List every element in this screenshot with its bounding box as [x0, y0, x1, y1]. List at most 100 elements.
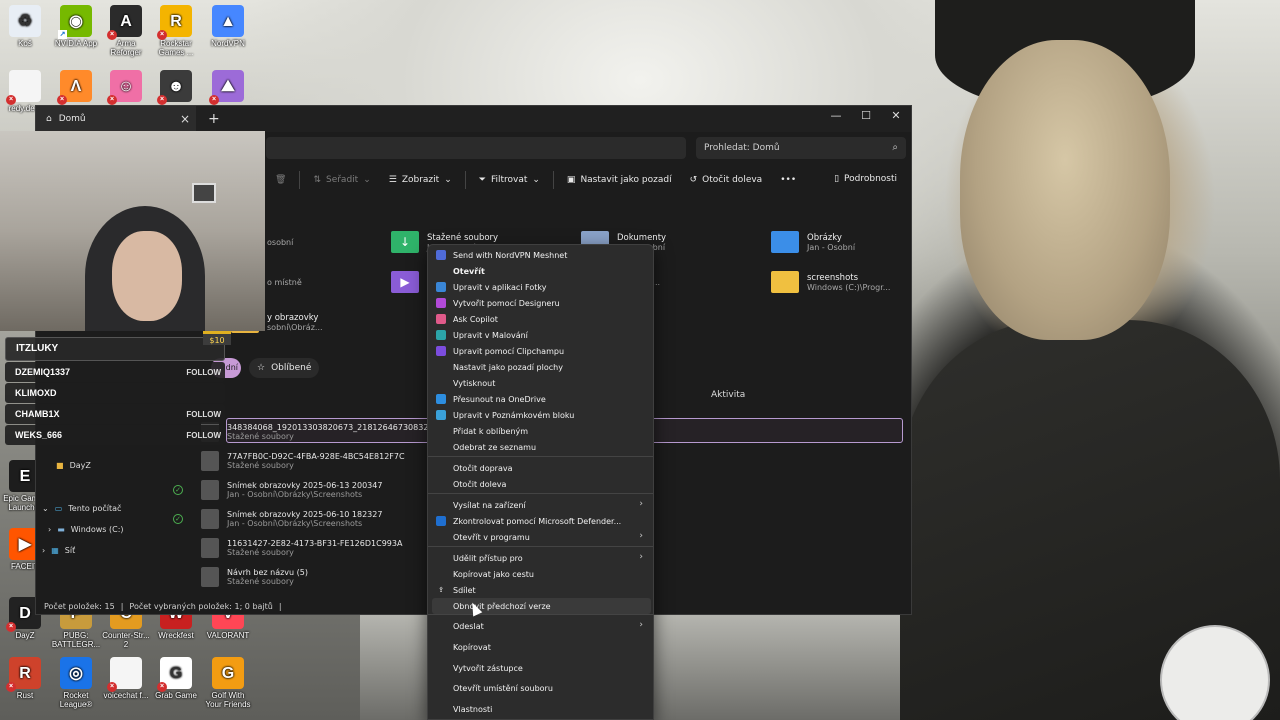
chat-row: DZEMIQ1337 FOLLOW — [5, 362, 225, 382]
set-background-label: Nastavit jako pozadí — [580, 175, 672, 185]
minimize-icon[interactable]: — — [821, 106, 851, 132]
sort-label: Seřadit — [325, 175, 359, 185]
context-menu-item[interactable]: Otevřít — [432, 263, 651, 279]
nordvpn-meshnet-icon — [436, 250, 446, 260]
new-tab-icon[interactable]: + — [208, 111, 220, 127]
desktop-icon[interactable]: ⛰ × — [203, 70, 253, 105]
nav-item-windows-c[interactable]: › ▬ Windows (C:) — [48, 525, 124, 534]
nav-item-this-pc[interactable]: ⌄ ▭ Tento počítač — [42, 504, 121, 513]
desktop-icon[interactable]: ☻ × — [151, 70, 201, 105]
desktop-icon[interactable]: ◉ ↗ NVIDIA App — [51, 5, 101, 48]
desktop-icon[interactable]: ♻ Koš — [0, 5, 50, 48]
context-menu-item[interactable]: Nastavit jako pozadí plochy — [432, 359, 651, 375]
shortcut-arrow-icon: ↗ — [58, 30, 67, 39]
mascot-icon: ☺ × — [107, 70, 142, 105]
menu-separator — [428, 614, 653, 615]
context-menu-item[interactable]: Otočit doleva — [432, 476, 651, 492]
desktop-icon[interactable]: Λ × — [51, 70, 101, 105]
error-badge-icon: × — [57, 95, 67, 105]
file-icon: × — [107, 657, 142, 692]
desktop-icon[interactable]: × voicechat f... — [101, 657, 151, 700]
rocket-league-icon: ◎ — [60, 657, 92, 689]
desktop-icon[interactable]: G Golf With Your Friends — [203, 657, 253, 709]
context-menu-item[interactable]: Zkontrolovat pomocí Microsoft Defender..… — [432, 513, 651, 529]
desktop-icon[interactable]: ◎ Rocket League® — [51, 657, 101, 709]
file-row[interactable]: ✓ Snímek obrazovky 2025-06-13 200347 Jan -… — [173, 477, 382, 503]
context-menu-item[interactable]: Udělit přístup pro › — [432, 550, 651, 566]
file-row[interactable]: Návrh bez názvu (5) Stažené soubory — [201, 564, 308, 590]
desktop-icon-label: Rockstar Games ... — [158, 39, 194, 57]
context-menu-item[interactable]: Vysílat na zařízení › — [432, 497, 651, 513]
rotate-left-button[interactable]: ↺ Otočit doleva — [681, 175, 772, 185]
context-menu-item[interactable]: Odebrat ze seznamu — [432, 439, 651, 455]
context-menu-item[interactable]: Otočit doprava — [432, 460, 651, 476]
close-window-icon[interactable]: ✕ — [881, 106, 911, 132]
file-row[interactable]: 11631427-2E82-4173-BF31-FE126D1C993A Staž… — [201, 535, 402, 561]
maximize-icon[interactable]: ☐ — [851, 106, 881, 132]
context-menu-item[interactable]: Upravit v Malování — [432, 327, 651, 343]
file-location: Stažené soubory — [227, 548, 294, 557]
file-row[interactable]: 77A7FB0C-D92C-4FBA-928E-4BC54E812F7C Staž… — [201, 448, 405, 474]
chat-event-label: FOLLOW — [186, 409, 221, 419]
desktop-icon[interactable]: R × Rockstar Games ... — [151, 5, 201, 57]
share-icon: ⇪ — [438, 586, 444, 594]
context-menu-item[interactable]: Otevřít umístění souboru — [432, 680, 651, 696]
chat-row: WEKS_666 FOLLOW — [5, 425, 225, 445]
context-menu-item[interactable]: Send with NordVPN Meshnet — [432, 247, 651, 263]
favorites-pill[interactable]: ☆ Oblíbené — [249, 358, 320, 378]
chevron-right-icon: › — [42, 546, 46, 555]
quick-access-tile[interactable]: Obrázky Jan - Osobní — [771, 231, 921, 253]
file-row[interactable]: ✓ Snímek obrazovky 2025-06-10 182327 Jan -… — [173, 506, 382, 532]
more-options-button[interactable]: ••• — [771, 175, 805, 185]
context-menu-item[interactable]: ⇪ Sdílet — [432, 582, 651, 598]
wallpaper-person-face — [960, 40, 1170, 340]
context-menu-item[interactable]: Přesunout na OneDrive — [432, 391, 651, 407]
desktop-icon-label: PUBG: BATTLEGR... — [51, 631, 101, 649]
context-menu-item[interactable]: Vytisknout — [432, 375, 651, 391]
close-tab-icon[interactable]: × — [180, 112, 190, 126]
context-menu-item[interactable]: Otevřít v programu › — [432, 529, 651, 545]
desktop-icon[interactable]: G × Grab Game — [151, 657, 201, 700]
desktop-icon[interactable]: R × Rust — [0, 657, 50, 700]
file-thumbnail — [201, 509, 219, 529]
context-menu-item[interactable]: Přidat k oblíbeným — [432, 423, 651, 439]
context-menu-item[interactable]: Kopírovat jako cestu — [432, 566, 651, 582]
tab-home[interactable]: ⌂ Domů × — [36, 106, 196, 132]
context-menu-item[interactable]: Upravit v Poznámkovém bloku — [432, 407, 651, 423]
context-menu-item[interactable]: Upravit v aplikaci Fotky — [432, 279, 651, 295]
context-menu-item[interactable]: Upravit pomocí Clipchampu — [432, 343, 651, 359]
file-row[interactable]: 348384068_192013303820673_21812646730832… — [201, 419, 463, 445]
context-menu-item[interactable]: Odeslat › — [432, 618, 651, 634]
filter-button[interactable]: ⏷ Filtrovat ⌄ — [470, 175, 549, 185]
search-input[interactable]: Prohledat: Domů ⌕ — [696, 137, 906, 159]
error-badge-icon: × — [107, 682, 117, 692]
recent-pill-label: dní — [225, 363, 238, 372]
desktop-icon[interactable]: ☺ × — [101, 70, 151, 105]
view-button[interactable]: ☰ Zobrazit ⌄ — [380, 175, 461, 185]
copilot-icon — [436, 314, 446, 324]
desktop-icon-label: Rocket League® — [59, 691, 93, 709]
details-button[interactable]: ▯ Podrobnosti — [834, 174, 897, 184]
context-menu-item[interactable]: Vytvořit zástupce — [432, 660, 651, 676]
sort-button[interactable]: ⇅ Seřadit ⌄ — [304, 175, 379, 185]
set-background-button[interactable]: ▣ Nastavit jako pozadí — [558, 175, 681, 185]
star-icon: ☆ — [257, 363, 266, 373]
tile-location: Jan - Osobní — [807, 242, 856, 252]
folder-icon: ■ — [56, 461, 64, 470]
delete-button[interactable]: 🗑 — [266, 175, 295, 185]
context-menu-item[interactable]: Ask Copilot — [432, 311, 651, 327]
nav-item-dayz[interactable]: ■ DayZ — [56, 461, 91, 470]
quick-access-tile[interactable]: screenshots Windows (C:)\Progr... — [771, 271, 921, 293]
file-name: Návrh bez názvu (5) — [227, 568, 308, 577]
desktop-icon[interactable]: A × Arma Reforger — [101, 5, 151, 57]
address-bar[interactable] — [266, 137, 686, 159]
defender-icon — [436, 516, 446, 526]
activity-column-header[interactable]: Aktivita — [711, 390, 745, 400]
context-menu-item[interactable]: Vlastnosti — [432, 701, 651, 717]
nav-item-network[interactable]: › ▦ Síť — [42, 546, 75, 555]
rotate-left-icon: ↺ — [689, 175, 698, 185]
context-menu-item[interactable]: Obnovit předchozí verze — [432, 598, 651, 614]
context-menu-item[interactable]: Kopírovat — [432, 639, 651, 655]
context-menu-item[interactable]: Vytvořit pomocí Designeru — [432, 295, 651, 311]
desktop-icon[interactable]: ▲ NordVPN — [203, 5, 253, 48]
